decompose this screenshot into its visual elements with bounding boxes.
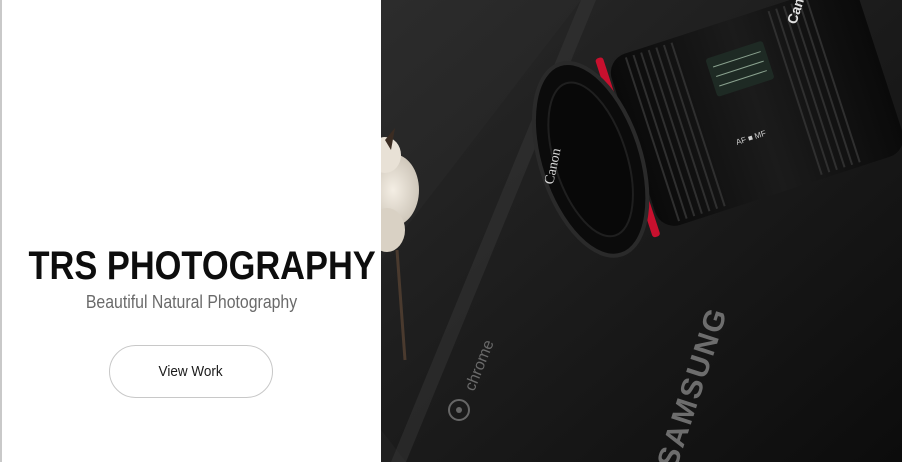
hero-photo: SAMSUNG chrome Canon AF ■ MF Canon [381, 0, 902, 462]
view-work-button[interactable]: View Work [109, 345, 273, 398]
hero-text-panel: TRS PHOTOGRAPHY Beautiful Natural Photog… [2, 0, 381, 462]
site-tagline: Beautiful Natural Photography [85, 292, 298, 312]
site-title: TRS PHOTOGRAPHY [28, 244, 376, 288]
camera-laptop-photo: SAMSUNG chrome Canon AF ■ MF Canon [381, 0, 902, 462]
view-work-label: View Work [158, 363, 224, 380]
